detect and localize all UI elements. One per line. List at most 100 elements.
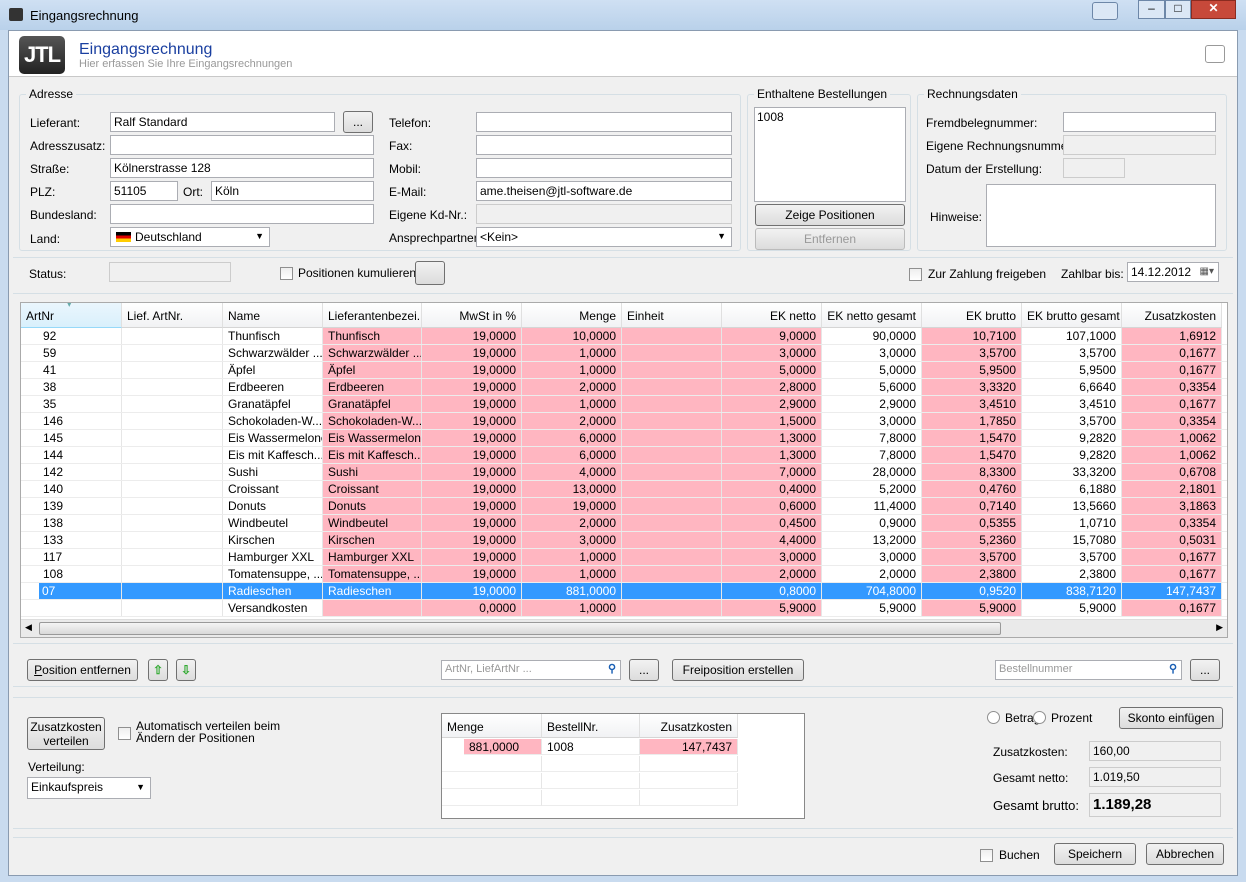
close-button[interactable]: ✕ xyxy=(1191,0,1236,19)
column-header[interactable]: Zusatzkosten xyxy=(640,714,738,738)
column-header[interactable]: Zusatzkosten xyxy=(1122,303,1222,328)
table-row[interactable]: 138 Windbeutel Windbeutel 19,0000 2,0000 0,45… xyxy=(21,515,1227,532)
column-header[interactable]: EK brutto xyxy=(922,303,1022,328)
telefon-input[interactable] xyxy=(476,112,732,132)
prozent-label[interactable]: Prozent xyxy=(1051,711,1092,725)
table-row[interactable]: 146 Schokoladen-W... Schokoladen-W... 19,00… xyxy=(21,413,1227,430)
column-header[interactable]: Einheit xyxy=(622,303,722,328)
table-cell: 6,6640 xyxy=(1022,379,1122,395)
kumulieren-checkbox[interactable] xyxy=(280,267,293,280)
column-header[interactable]: EK netto xyxy=(722,303,822,328)
table-row[interactable]: 133 Kirschen Kirschen 19,0000 3,0000 4,4000 13… xyxy=(21,532,1227,549)
strasse-input[interactable]: Kölnerstrasse 128 xyxy=(110,158,374,178)
table-row[interactable]: 07 Radieschen Radieschen 19,0000 881,0000 0,8… xyxy=(21,583,1227,600)
table-cell: Hamburger XXL xyxy=(323,549,422,565)
plz-input[interactable]: 51105 xyxy=(110,181,178,201)
table-row[interactable]: Versandkosten 0,0000 1,0000 5,9000 5,9000 5,9… xyxy=(21,600,1227,617)
land-select[interactable]: Deutschland ▼ xyxy=(110,227,270,247)
fremdbeleg-input[interactable] xyxy=(1063,112,1216,132)
lieferant-input[interactable]: Ralf Standard xyxy=(110,112,335,132)
lieferant-label: Lieferant: xyxy=(30,116,81,130)
column-header[interactable]: MwSt in % xyxy=(422,303,522,328)
buchen-label[interactable]: Buchen xyxy=(999,848,1040,862)
zahlbar-date-picker[interactable]: 14.12.2012 ▦▾ xyxy=(1127,262,1219,282)
column-header[interactable]: Name xyxy=(223,303,323,328)
orders-list-item[interactable]: 1008 xyxy=(757,110,903,124)
auto-verteilen-checkbox[interactable] xyxy=(118,727,131,740)
table-row[interactable]: 108 Tomatensuppe, ... Tomatensuppe, ... 19,… xyxy=(21,566,1227,583)
fax-input[interactable] xyxy=(476,135,732,155)
table-cell: 0,4760 xyxy=(922,481,1022,497)
skonto-button[interactable]: Skonto einfügen xyxy=(1119,707,1223,729)
table-row[interactable]: 145 Eis Wassermelone Eis Wassermelone 19,00… xyxy=(21,430,1227,447)
scroll-right-icon[interactable]: ▶ xyxy=(1216,622,1223,633)
table-row[interactable]: 41 Äpfel Äpfel 19,0000 1,0000 5,0000 5,0000 5,9… xyxy=(21,362,1227,379)
scrollbar-thumb[interactable] xyxy=(39,622,1001,635)
betrag-radio[interactable] xyxy=(987,711,1000,724)
table-row[interactable]: 35 Granatäpfel Granatäpfel 19,0000 1,0000 2,9… xyxy=(21,396,1227,413)
column-header[interactable]: EK brutto gesamt xyxy=(1022,303,1122,328)
scroll-left-icon[interactable]: ◀ xyxy=(25,622,32,633)
address-group: Adresse Lieferant: Ralf Standard ... Adr… xyxy=(19,87,741,251)
article-search-more-button[interactable]: ... xyxy=(629,659,659,681)
help-icon[interactable] xyxy=(1205,45,1225,63)
article-search-input[interactable]: ArtNr, LiefArtNr ... ⚲ xyxy=(441,660,621,680)
table-row[interactable]: 92 Thunfisch Thunfisch 19,0000 10,0000 9,0000… xyxy=(21,328,1227,345)
column-header[interactable]: Lief. ArtNr. xyxy=(122,303,223,328)
table-cell: Schwarzwälder ... xyxy=(223,345,323,361)
column-header[interactable]: Lieferantenbezei... xyxy=(323,303,422,328)
table-row[interactable]: 139 Donuts Donuts 19,0000 19,0000 0,6000 11,40… xyxy=(21,498,1227,515)
table-cell: 0,1677 xyxy=(1122,549,1222,565)
hinweise-textarea[interactable] xyxy=(986,184,1216,247)
column-header[interactable]: Menge xyxy=(522,303,622,328)
adresszusatz-input[interactable] xyxy=(110,135,374,155)
lieferant-browse-button[interactable]: ... xyxy=(343,111,373,133)
freiposition-button[interactable]: Freiposition erstellen xyxy=(672,659,804,681)
table-cell xyxy=(122,498,223,514)
bestellnummer-more-button[interactable]: ... xyxy=(1190,659,1220,681)
zusatzkosten-verteilen-button[interactable]: Zusatzkosten verteilen xyxy=(27,717,105,750)
mobil-input[interactable] xyxy=(476,158,732,178)
table-row[interactable]: 59 Schwarzwälder ... Schwarzwälder ... 19,0… xyxy=(21,345,1227,362)
column-header[interactable]: EK netto gesamt xyxy=(822,303,922,328)
ort-input[interactable]: Köln xyxy=(211,181,374,201)
prozent-radio[interactable] xyxy=(1033,711,1046,724)
ansprechpartner-select[interactable]: <Kein> ▼ xyxy=(476,227,732,247)
buchen-checkbox[interactable] xyxy=(980,849,993,862)
zusatzkosten-table[interactable]: Menge BestellNr. Zusatzkosten 881,0000 1008 1… xyxy=(441,713,805,819)
move-up-button[interactable]: ⇧ xyxy=(148,659,168,681)
email-input[interactable]: ame.theisen@jtl-software.de xyxy=(476,181,732,201)
move-down-button[interactable]: ⇩ xyxy=(176,659,196,681)
orders-list[interactable]: 1008 xyxy=(754,107,906,202)
table-row[interactable]: 144 Eis mit Kaffesch... Eis mit Kaffesch..… xyxy=(21,447,1227,464)
table-cell: 3,0000 xyxy=(822,549,922,565)
title-bar: Eingangsrechnung – □ ✕ xyxy=(0,0,1246,30)
positions-grid[interactable]: ◀ ▶ ArtNr Lief. ArtNr. Name Lieferantenbeze… xyxy=(20,302,1228,638)
auto-verteilen-label[interactable]: Automatisch verteilen beim Ändern der Po… xyxy=(136,720,296,744)
table-row[interactable]: 140 Croissant Croissant 19,0000 13,0000 0,400… xyxy=(21,481,1227,498)
table-row[interactable]: 142 Sushi Sushi 19,0000 4,0000 7,0000 28,0000 8… xyxy=(21,464,1227,481)
table-cell: 0,5031 xyxy=(1122,532,1222,548)
table-row[interactable]: 117 Hamburger XXL Hamburger XXL 19,0000 1,00… xyxy=(21,549,1227,566)
column-header[interactable]: BestellNr. xyxy=(542,714,640,738)
kumulieren-info-button[interactable] xyxy=(415,261,445,285)
bundesland-input[interactable] xyxy=(110,204,374,224)
horizontal-scrollbar[interactable]: ◀ ▶ xyxy=(21,619,1227,637)
show-positions-button[interactable]: Zeige Positionen xyxy=(755,204,905,226)
table-cell: 0,4000 xyxy=(722,481,822,497)
restore-icon[interactable] xyxy=(1092,2,1118,20)
kumulieren-label[interactable]: Positionen kumulieren xyxy=(298,266,416,280)
column-header[interactable]: Menge xyxy=(442,714,542,738)
table-row[interactable]: 38 Erdbeeren Erdbeeren 19,0000 2,0000 2,8000 5… xyxy=(21,379,1227,396)
zahlung-checkbox[interactable] xyxy=(909,268,922,281)
verteilung-select[interactable]: Einkaufspreis ▼ xyxy=(27,777,151,799)
save-button[interactable]: Speichern xyxy=(1054,843,1136,865)
table-cell: 15,7080 xyxy=(1022,532,1122,548)
zahlung-label[interactable]: Zur Zahlung freigeben xyxy=(928,267,1046,281)
maximize-button[interactable]: □ xyxy=(1165,0,1191,19)
table-cell: 13,0000 xyxy=(522,481,622,497)
minimize-button[interactable]: – xyxy=(1138,0,1165,19)
cancel-button[interactable]: Abbrechen xyxy=(1146,843,1224,865)
bestellnummer-input[interactable]: Bestellnummer ⚲ xyxy=(995,660,1182,680)
remove-position-button[interactable]: Position entfernen xyxy=(27,659,138,681)
